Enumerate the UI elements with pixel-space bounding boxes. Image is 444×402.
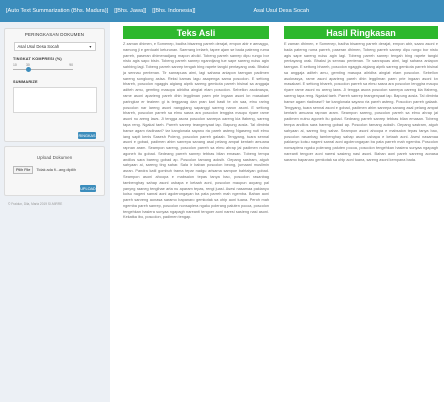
- top-navbar: [Auto Text Summarization (Bhs. Madura)] …: [0, 0, 444, 22]
- summarize-label: SUMMARIZE: [13, 80, 38, 84]
- compression-slider[interactable]: 10 30 90: [13, 63, 73, 74]
- summary-body: E zaman dhimen, e Somenep, badha bisaren…: [284, 42, 438, 162]
- document-link[interactable]: Asal Usul Desa Socah: [253, 8, 309, 14]
- sidebar: PERINGKASAN DOKUMEN Asal Usul Desa Socah…: [0, 22, 110, 402]
- tab-indonesia[interactable]: [[Bhs. Indonesia]]: [152, 8, 195, 14]
- document-select-value: Asal Usul Desa Socah: [17, 44, 60, 49]
- upload-button[interactable]: UPLOAD: [80, 185, 96, 192]
- slider-handle[interactable]: [25, 67, 31, 72]
- chevron-down-icon: ▾: [89, 44, 92, 49]
- file-status: Tidak ada fi...ang dipilih: [36, 168, 77, 172]
- original-text-title: Teks Asli: [123, 26, 269, 39]
- summary-column: Hasil Ringkasan E zaman dhimen, e Somene…: [284, 26, 438, 292]
- slider-min: 10: [13, 63, 17, 67]
- upload-panel: Upload Dokumen Pilih File Tidak ada fi..…: [4, 146, 105, 196]
- compression-label: TINGKAT KOMPRESI (%): [13, 57, 62, 61]
- slider-max: 90: [69, 63, 73, 67]
- upload-title: Upload Dokumen: [36, 155, 73, 160]
- original-text-column: Teks Asli Z zaman dhimen, e Somenep, bad…: [123, 26, 269, 398]
- panel-title: PERINGKASAN DOKUMEN: [24, 32, 85, 37]
- file-input[interactable]: Pilih File Tidak ada fi...ang dipilih: [13, 166, 104, 174]
- summary-title: Hasil Ringkasan: [284, 26, 438, 39]
- document-select[interactable]: Asal Usul Desa Socah ▾: [13, 42, 96, 51]
- summarize-panel: PERINGKASAN DOKUMEN Asal Usul Desa Socah…: [4, 28, 105, 142]
- choose-file-button[interactable]: Pilih File: [13, 166, 34, 174]
- summarize-textarea[interactable]: [13, 87, 97, 113]
- slider-track: [13, 69, 73, 70]
- original-text-body: Z zaman dhimen, e Somenep, badha bisaren…: [123, 42, 269, 220]
- tab-madura[interactable]: [Auto Text Summarization (Bhs. Madura)]: [6, 8, 108, 14]
- ringkas-button[interactable]: RINGKAS: [78, 132, 96, 139]
- tab-jawa[interactable]: [[Bhs. Jawa]]: [114, 8, 146, 14]
- footer-credit: © Fraidun, Dila, Maria 2019 SI-MIRRE: [8, 202, 63, 206]
